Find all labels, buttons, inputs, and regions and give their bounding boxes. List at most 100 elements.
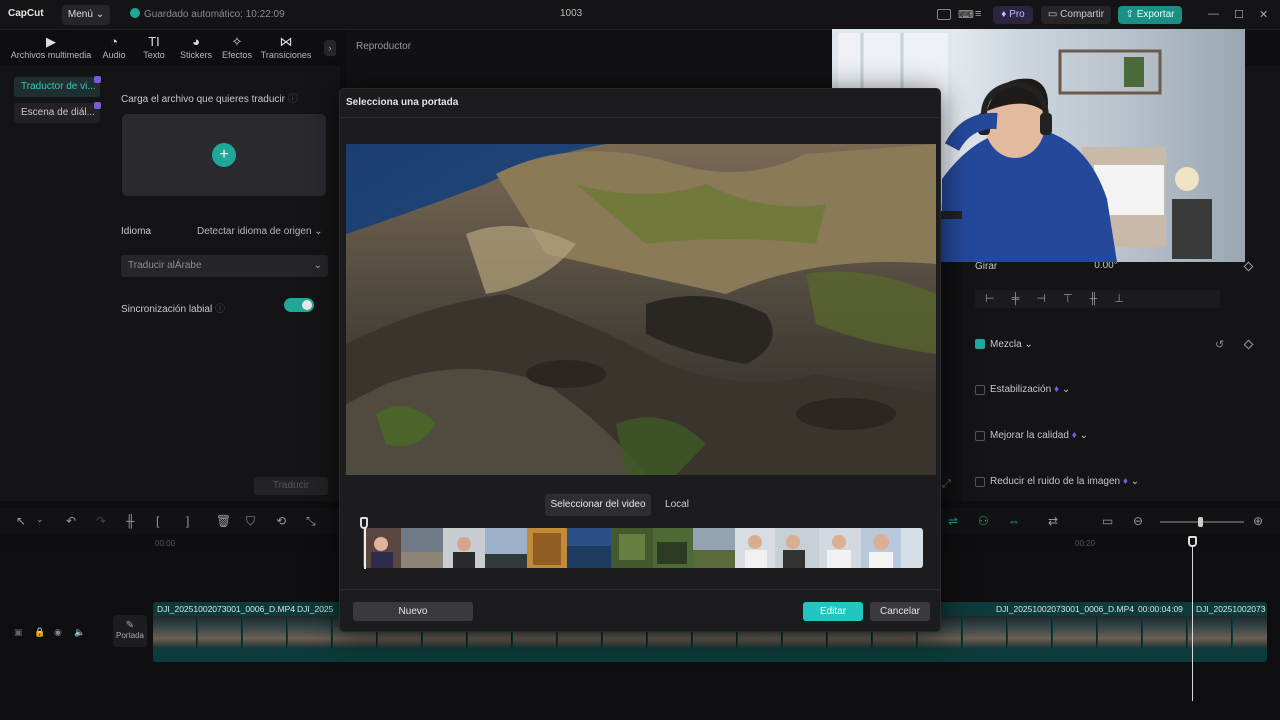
maximize-icon[interactable]: ☐ bbox=[1234, 8, 1244, 21]
crop-icon[interactable]: ⟲ bbox=[276, 514, 286, 528]
quality-checkbox[interactable] bbox=[975, 431, 985, 441]
playhead-handle[interactable] bbox=[1188, 536, 1197, 547]
reset-icon[interactable]: ↺ bbox=[1215, 338, 1224, 351]
project-title: 1003 bbox=[560, 8, 583, 19]
redo-icon[interactable]: ↷ bbox=[96, 514, 106, 528]
cover-button[interactable]: ✎ Portada bbox=[113, 615, 147, 647]
zoom-slider[interactable] bbox=[1160, 517, 1244, 527]
tab-label: Efectos bbox=[221, 50, 252, 60]
snap-icon[interactable]: ⇔ bbox=[1008, 514, 1020, 528]
stabilize-label: Estabilización ♦ ⌄ bbox=[990, 384, 1071, 395]
language-select[interactable]: Detectar idioma de origen ⌄ bbox=[197, 226, 323, 237]
tab-label: Archivos multimedia bbox=[10, 50, 92, 60]
clip-frame-thumbnail bbox=[1143, 616, 1187, 648]
chevron-down-icon[interactable]: ⌄ bbox=[36, 514, 44, 525]
clip-frame-thumbnail bbox=[1008, 616, 1052, 648]
blend-label: Mezcla ⌄ bbox=[990, 339, 1033, 350]
target-language-select[interactable]: Traducir alÁrabe ⌄ bbox=[121, 255, 328, 277]
split-right-icon[interactable]: ] bbox=[186, 514, 189, 528]
pencil-icon: ✎ bbox=[125, 620, 135, 631]
upload-dropzone[interactable]: + bbox=[122, 114, 326, 196]
eye-icon[interactable]: ◉ bbox=[54, 627, 62, 638]
pro-badge-icon: ♦ bbox=[1071, 430, 1077, 441]
shield-icon[interactable]: ⛉ bbox=[246, 514, 255, 529]
tab-stickers[interactable]: ◕ Stickers bbox=[176, 34, 216, 60]
frame-thumbnail-strip[interactable] bbox=[363, 528, 923, 568]
tab-effects[interactable]: ✧ Efectos bbox=[219, 34, 255, 60]
tab-audio[interactable]: ◔ Audio bbox=[98, 34, 130, 60]
zoom-out-icon[interactable]: ⊖ bbox=[1133, 514, 1143, 528]
sidebar-item-video-translator[interactable]: Traductor de vi... bbox=[14, 77, 100, 97]
sidebar-item-dialogue-scene[interactable]: Escena de diál... bbox=[14, 103, 100, 123]
speaker-icon[interactable]: 🔈 bbox=[74, 627, 85, 638]
tool-tabs: ▶ Archivos multimedia ◔ Audio TI Texto ◕ Sti… bbox=[0, 30, 340, 66]
dialog-title: Selecciona una portada bbox=[346, 97, 459, 108]
lock-icon[interactable]: 🔒 bbox=[34, 627, 45, 638]
zoom-slider-handle[interactable] bbox=[1198, 517, 1203, 527]
undo-icon[interactable]: ↶ bbox=[66, 514, 76, 528]
share-button[interactable]: ▭ Compartir bbox=[1041, 6, 1111, 24]
zoom-in-icon[interactable]: ⊕ bbox=[1253, 514, 1263, 528]
check-icon bbox=[130, 8, 140, 18]
audio-icon: ◔ bbox=[110, 34, 118, 49]
clip-label: DJI_2025 bbox=[297, 604, 334, 614]
export-label: Exportar bbox=[1136, 9, 1175, 20]
delete-icon[interactable]: 🗑 bbox=[216, 514, 231, 528]
track-cover-icon[interactable]: ▣ bbox=[14, 627, 23, 638]
split-left-icon[interactable]: [ bbox=[156, 514, 159, 528]
tab-label: Stickers bbox=[179, 50, 212, 60]
align-toolbar[interactable]: ⊢╪⊣⊤╫⊥ bbox=[975, 290, 1220, 308]
blend-label-text: Mezcla bbox=[990, 339, 1022, 350]
chevron-down-icon: ⌄ bbox=[314, 226, 323, 237]
layout-icon[interactable] bbox=[937, 9, 951, 20]
shortcuts-icon[interactable]: ⌨ bbox=[958, 8, 974, 21]
lipsync-label-text: Sincronización labial bbox=[121, 304, 213, 315]
quality-label: Mejorar la calidad ♦ ⌄ bbox=[990, 430, 1088, 441]
clip-duration: 00:00:04:09 bbox=[1138, 604, 1183, 614]
clip-frame-thumbnail bbox=[153, 616, 197, 648]
playhead[interactable] bbox=[1192, 536, 1193, 701]
pro-badge-icon bbox=[94, 102, 101, 109]
fullscreen-icon[interactable]: ⤢ bbox=[942, 478, 951, 491]
magnet-icon[interactable]: ⚇ bbox=[978, 514, 989, 528]
tab-text[interactable]: TI Texto bbox=[138, 34, 170, 60]
split-icon[interactable]: ╫ bbox=[126, 514, 135, 528]
stabilize-checkbox[interactable] bbox=[975, 385, 985, 395]
tabs-scroll-right-icon[interactable]: › bbox=[324, 40, 336, 56]
pro-button[interactable]: ♦ Pro bbox=[993, 6, 1033, 24]
transform-icon[interactable]: ⤡ bbox=[306, 514, 316, 529]
menu-lines-icon[interactable]: ≡ bbox=[975, 8, 981, 20]
denoise-checkbox[interactable] bbox=[975, 477, 985, 487]
link-icon[interactable]: ⇌ bbox=[948, 514, 958, 528]
select-cursor-icon[interactable]: ↖ bbox=[16, 514, 26, 528]
denoise-label-text: Reducir el ruido de la imagen bbox=[990, 476, 1121, 487]
new-button[interactable]: Nuevo bbox=[353, 602, 473, 621]
tab-transitions[interactable]: ⋈ Transiciones bbox=[259, 34, 313, 60]
blend-checkbox[interactable] bbox=[975, 339, 985, 349]
upload-label: Carga el archivo que quieres traducir ⓘ bbox=[121, 90, 298, 105]
export-button[interactable]: ⇪ Exportar bbox=[1118, 6, 1182, 24]
translate-button[interactable]: Traducir bbox=[254, 477, 328, 495]
sticker-icon: ◕ bbox=[192, 34, 200, 49]
ruler-mark: 00:20 bbox=[1075, 539, 1096, 548]
lipsync-toggle[interactable] bbox=[284, 298, 314, 312]
clip-frame-thumbnail bbox=[243, 616, 287, 648]
quality-label-text: Mejorar la calidad bbox=[990, 430, 1069, 441]
tab-from-video[interactable]: Seleccionar del video bbox=[545, 494, 651, 516]
tab-local[interactable]: Local bbox=[655, 494, 699, 516]
edit-button[interactable]: Editar bbox=[803, 602, 863, 621]
clip-label: DJI_20251002073001 bbox=[1196, 604, 1266, 614]
tab-media[interactable]: ▶ Archivos multimedia bbox=[10, 34, 92, 60]
preview-axis-icon[interactable]: ⇄ bbox=[1048, 514, 1058, 528]
cancel-button[interactable]: Cancelar bbox=[870, 602, 930, 621]
monitor-icon[interactable]: ▭ bbox=[1102, 514, 1113, 528]
thumbnail-frames bbox=[363, 528, 923, 568]
close-icon[interactable]: ✕ bbox=[1259, 8, 1268, 21]
transition-icon: ⋈ bbox=[279, 34, 293, 49]
minimize-icon[interactable]: — bbox=[1208, 8, 1219, 20]
ruler-start: 00:00 bbox=[155, 539, 176, 548]
clip-label: DJI_20251002073001_0006_D.MP4 bbox=[157, 604, 296, 614]
plus-icon[interactable]: + bbox=[212, 143, 236, 167]
menu-button[interactable]: Menú ⌄ bbox=[62, 5, 110, 25]
pro-badge-icon: ♦ bbox=[1122, 476, 1128, 487]
